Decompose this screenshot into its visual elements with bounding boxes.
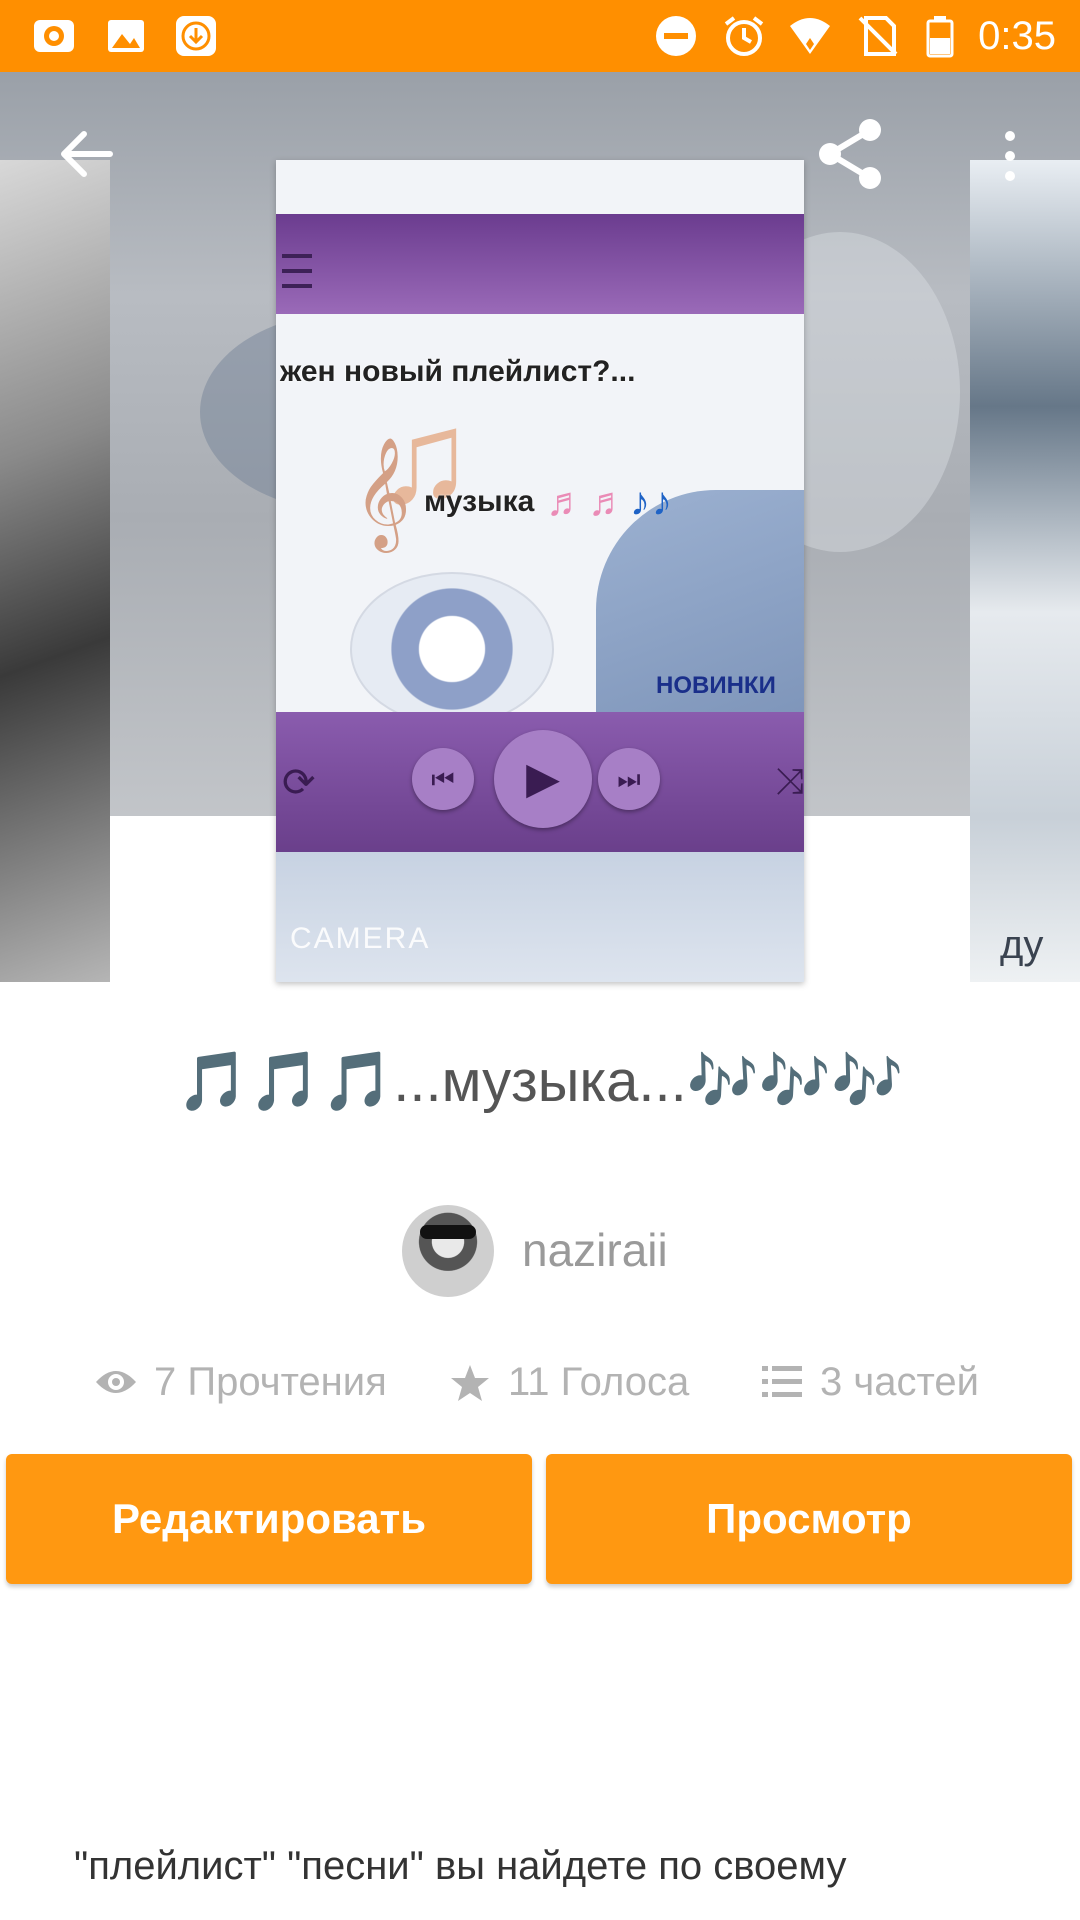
wifi-icon bbox=[790, 18, 830, 54]
clock: 0:35 bbox=[978, 14, 1056, 58]
story-stats: 7 Прочтения 11 Голоса 3 частей bbox=[0, 1352, 1080, 1412]
next-cover[interactable]: ду bbox=[970, 160, 1080, 982]
more-vertical-icon[interactable] bbox=[990, 126, 1030, 186]
avatar[interactable] bbox=[402, 1205, 494, 1297]
pink-note-icon: ♬♬ bbox=[546, 480, 630, 524]
votes-count: 11 Голоса bbox=[508, 1360, 690, 1404]
author-row[interactable]: naziraii bbox=[0, 1205, 1080, 1301]
back-arrow-icon[interactable] bbox=[56, 124, 116, 184]
reads-count: 7 Прочтения bbox=[154, 1360, 387, 1404]
camera-app-icon bbox=[34, 20, 74, 52]
flower-image bbox=[350, 572, 554, 726]
repeat-icon: ⟳ bbox=[282, 761, 316, 805]
no-sim-icon bbox=[858, 16, 898, 56]
cover-bottom bbox=[276, 852, 804, 982]
cover-title: музыка bbox=[424, 485, 535, 518]
battery-icon bbox=[926, 16, 954, 58]
shuffle-icon: ⤨ bbox=[775, 760, 804, 801]
author-name[interactable]: naziraii bbox=[522, 1223, 668, 1277]
title-notes-right: 🎶🎶🎶 bbox=[686, 1049, 904, 1114]
previous-track-icon: ⏮ bbox=[412, 748, 474, 810]
play-icon: ▶ bbox=[494, 730, 592, 828]
list-icon bbox=[762, 1366, 802, 1397]
do-not-disturb-icon bbox=[656, 16, 696, 56]
story-description: "плейлист" "песни" вы найдете по своему bbox=[74, 1844, 847, 1888]
download-icon bbox=[176, 16, 216, 56]
parts-count: 3 частей bbox=[820, 1360, 979, 1404]
cover-notes: ♬♬♪♪ bbox=[546, 480, 674, 525]
status-bar: 0:35 bbox=[0, 0, 1080, 72]
star-icon bbox=[451, 1365, 489, 1401]
cover-player-bar: ⟳ ⏮ ▶ ⏭ ⤨ bbox=[276, 712, 804, 852]
image-icon bbox=[108, 20, 144, 52]
alarm-icon bbox=[724, 16, 764, 56]
next-cover-text: ду bbox=[1000, 923, 1044, 967]
cover-tag: НОВИНКИ bbox=[656, 672, 776, 699]
eye-icon bbox=[96, 1371, 136, 1393]
edit-button[interactable]: Редактировать bbox=[6, 1454, 532, 1584]
treble-clef-icon: 𝄞 bbox=[354, 439, 411, 546]
reads-stat: 7 Прочтения bbox=[94, 1352, 414, 1412]
view-button[interactable]: Просмотр bbox=[546, 1454, 1072, 1584]
title-text: ...музыка... bbox=[393, 1049, 687, 1114]
share-icon[interactable] bbox=[812, 116, 888, 192]
next-track-icon: ⏭ bbox=[598, 748, 660, 810]
votes-stat: 11 Голоса bbox=[450, 1352, 730, 1412]
cover-watermark: CAMERA bbox=[290, 922, 431, 955]
story-cover[interactable]: жен новый плейлист?... ♫ 𝄞 музыка ♬♬♪♪ Н… bbox=[276, 160, 804, 982]
story-title: 🎵🎵🎵...музыка...🎶🎶🎶 bbox=[0, 1048, 1080, 1116]
blue-note-icon: ♪♪ bbox=[630, 480, 674, 524]
menu-icon bbox=[282, 254, 312, 288]
parts-stat: 3 частей bbox=[762, 1352, 1022, 1412]
cover-app-bar bbox=[276, 214, 804, 314]
previous-cover[interactable] bbox=[0, 160, 110, 982]
title-notes-left: 🎵🎵🎵 bbox=[176, 1049, 394, 1114]
